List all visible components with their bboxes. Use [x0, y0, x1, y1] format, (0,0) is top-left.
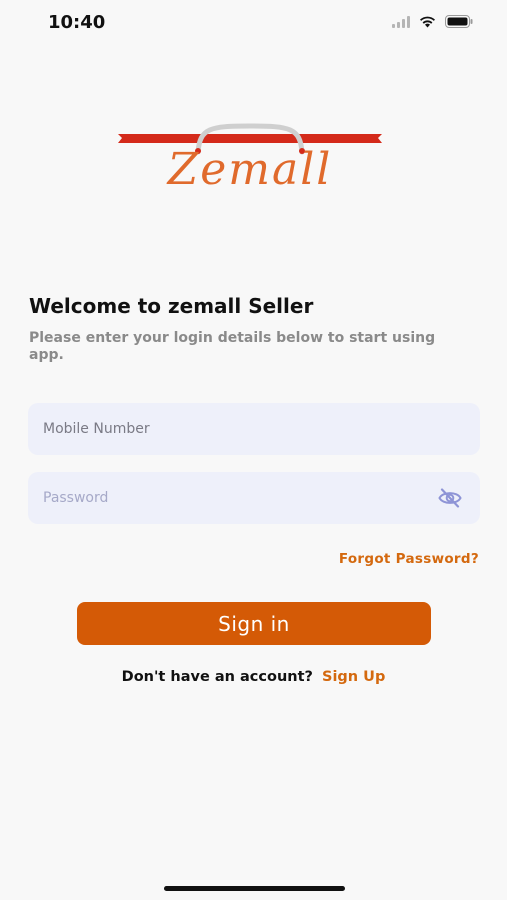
- status-bar: 10:40: [0, 0, 507, 48]
- sign-up-link[interactable]: Sign Up: [322, 669, 385, 685]
- welcome-title: Welcome to zemall Seller: [29, 294, 314, 318]
- mobile-number-input[interactable]: [28, 403, 480, 455]
- welcome-subtitle: Please enter your login details below to…: [29, 330, 436, 363]
- signup-row: Don't have an account? Sign Up: [0, 669, 507, 685]
- forgot-password-link[interactable]: Forgot Password?: [339, 551, 479, 567]
- zemall-logo: Zemall: [116, 122, 384, 202]
- status-time: 10:40: [48, 12, 106, 33]
- sign-in-button[interactable]: Sign in: [77, 602, 431, 645]
- password-input[interactable]: [28, 472, 480, 524]
- signal-icon: [392, 15, 410, 28]
- eye-off-icon[interactable]: [438, 488, 462, 508]
- wifi-icon: [420, 16, 435, 28]
- password-field[interactable]: [28, 472, 480, 524]
- mobile-number-field[interactable]: [28, 403, 480, 455]
- logo-text: Zemall: [167, 144, 333, 195]
- signup-prompt: Don't have an account?: [121, 669, 313, 685]
- status-icons: [392, 15, 473, 28]
- home-indicator: [164, 886, 345, 891]
- battery-icon: [445, 15, 473, 28]
